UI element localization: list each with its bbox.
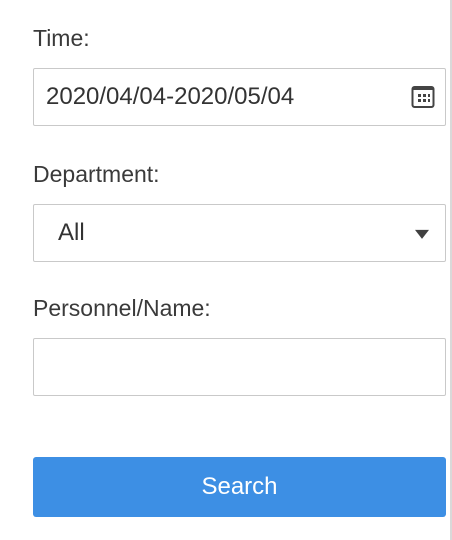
dropdown-caret-icon [415,229,429,239]
time-range-value: 2020/04/04-2020/05/04 [46,83,295,110]
department-selected-value: All [58,219,85,246]
search-button[interactable]: Search [33,457,446,517]
calendar-icon[interactable] [411,85,435,109]
department-label: Department: [33,161,160,187]
search-filter-panel: Time: 2020/04/04-2020/05/04 Department: … [0,0,452,540]
time-range-field[interactable]: 2020/04/04-2020/05/04 [33,68,446,126]
personnel-name-input[interactable] [33,338,446,396]
department-select[interactable]: All [33,204,446,262]
personnel-name-label: Personnel/Name: [33,295,211,321]
time-label: Time: [33,25,90,51]
